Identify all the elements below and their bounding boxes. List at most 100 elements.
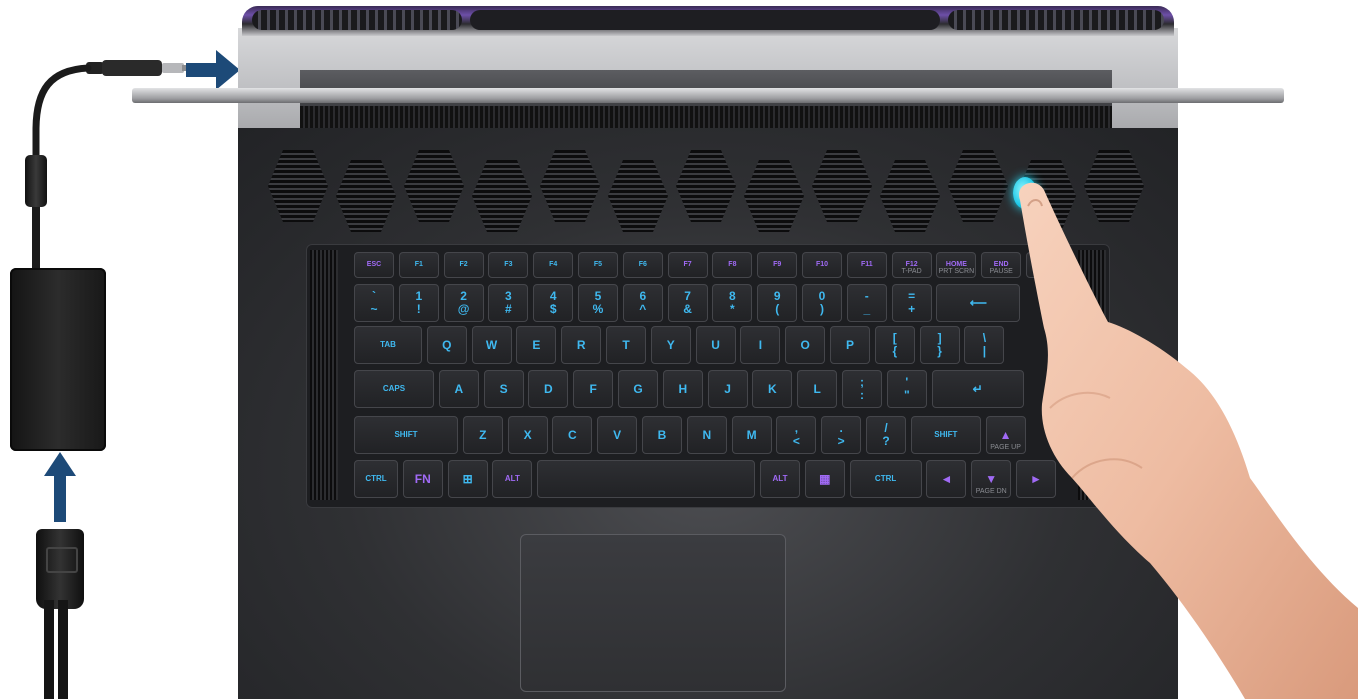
key-w[interactable]: W — [471, 326, 512, 364]
key-y[interactable]: Y — [650, 326, 691, 364]
key-j[interactable]: J — [707, 370, 748, 408]
key-3[interactable]: 3 # — [488, 284, 529, 322]
key-z[interactable]: Z — [462, 416, 503, 454]
key-f7[interactable]: F7 — [667, 252, 708, 278]
key-h[interactable]: H — [662, 370, 703, 408]
key-symbol[interactable]: ' " — [886, 370, 927, 408]
key-symbol[interactable]: - _ — [846, 284, 887, 322]
key-p[interactable]: P — [830, 326, 870, 364]
key-home[interactable]: HOME PRT SCRN — [936, 252, 977, 278]
key-ctrl[interactable]: CTRL — [849, 460, 922, 498]
key-f1[interactable]: F1 — [398, 252, 439, 278]
key-label: L — [813, 381, 821, 396]
key-label: F9 — [773, 261, 782, 269]
key-label: A — [454, 381, 464, 396]
key-d[interactable]: D — [528, 370, 569, 408]
key-s[interactable]: S — [483, 370, 524, 408]
key-m[interactable]: M — [731, 416, 772, 454]
key-f[interactable]: F — [573, 370, 614, 408]
key-caps[interactable]: CAPS — [354, 370, 434, 408]
key-esc[interactable]: ESC — [354, 252, 394, 278]
key-a[interactable]: A — [438, 370, 479, 408]
key-1[interactable]: 1 ! — [398, 284, 439, 322]
key-c[interactable]: C — [552, 416, 593, 454]
key-o[interactable]: O — [785, 326, 826, 364]
key-r[interactable]: R — [561, 326, 602, 364]
key-label: ▼ — [985, 471, 998, 486]
key-shift[interactable]: SHIFT — [354, 416, 458, 454]
key-symbol[interactable]: = + — [891, 284, 932, 322]
vent-hex — [948, 150, 1008, 222]
key-fn[interactable]: FN — [402, 460, 443, 498]
key-q[interactable]: Q — [426, 326, 467, 364]
key-g[interactable]: G — [618, 370, 658, 408]
key-f6[interactable]: F6 — [622, 252, 663, 278]
key-symbol[interactable]: ` ~ — [354, 284, 394, 322]
key-symbol[interactable]: / ? — [866, 416, 906, 454]
key-i[interactable]: I — [740, 326, 781, 364]
key-label: G — [633, 381, 643, 396]
key-f5[interactable]: F5 — [578, 252, 618, 278]
key-t[interactable]: T — [606, 326, 646, 364]
key-symbol[interactable]: ⟵ — [936, 284, 1021, 322]
laptop: ESC F1 F2 F3 F4 F5 F6 F7 F8 F9 F10 F11 F12 T-PAD HOME P… — [0, 0, 1358, 699]
key-symbol[interactable]: ; : — [842, 370, 882, 408]
key-symbol[interactable]: \ | — [964, 326, 1005, 364]
key-f12[interactable]: F12 T-PAD — [891, 252, 932, 278]
key-5[interactable]: 5 % — [578, 284, 618, 322]
key-symbol[interactable]: . > — [821, 416, 862, 454]
key-symbol[interactable]: ◄ — [926, 460, 967, 498]
key-label: O — [800, 337, 810, 352]
key-space[interactable] — [537, 460, 756, 498]
key-alt[interactable]: ALT — [760, 460, 800, 498]
key-f10[interactable]: F10 — [802, 252, 842, 278]
display-edge — [132, 88, 1284, 103]
key-shift[interactable]: SHIFT — [910, 416, 981, 454]
key-b[interactable]: B — [642, 416, 682, 454]
key-f8[interactable]: F8 — [712, 252, 753, 278]
key-label: P — [845, 337, 854, 352]
key-label: F4 — [549, 261, 558, 269]
key-ctrl[interactable]: CTRL — [354, 460, 398, 498]
key-symbol[interactable]: ▼ PAGE DN — [971, 460, 1012, 498]
key-symbol[interactable]: , < — [776, 416, 817, 454]
key-alt[interactable]: ALT — [492, 460, 533, 498]
key-6[interactable]: 6 ^ — [622, 284, 663, 322]
key-label: 4 $ — [549, 289, 557, 316]
key-tab[interactable]: TAB — [354, 326, 422, 364]
key-label: F8 — [728, 261, 737, 269]
key-k[interactable]: K — [752, 370, 793, 408]
key-f11[interactable]: F11 — [846, 252, 887, 278]
keyboard: ESC F1 F2 F3 F4 F5 F6 F7 F8 F9 F10 F11 F12 T-PAD HOME P… — [306, 244, 1110, 508]
key-v[interactable]: V — [597, 416, 638, 454]
key-label: 6 ^ — [639, 289, 647, 316]
key-e[interactable]: E — [516, 326, 557, 364]
key-4[interactable]: 4 $ — [533, 284, 574, 322]
key-label: SHIFT — [934, 429, 958, 439]
key-label: 8 * — [729, 289, 736, 316]
key-label: F11 — [860, 261, 873, 269]
key-label: [ { — [892, 331, 898, 358]
key-u[interactable]: U — [695, 326, 736, 364]
key-l[interactable]: L — [797, 370, 838, 408]
key-f4[interactable]: F4 — [533, 252, 574, 278]
key-0[interactable]: 0 ) — [802, 284, 842, 322]
vent-hex — [880, 160, 940, 232]
key-2[interactable]: 2 @ — [443, 284, 484, 322]
touchpad[interactable] — [520, 534, 786, 692]
key-n[interactable]: N — [686, 416, 727, 454]
key-8[interactable]: 8 * — [712, 284, 753, 322]
key-label: H — [678, 381, 688, 396]
key-symbol[interactable]: ] } — [919, 326, 960, 364]
key-f2[interactable]: F2 — [443, 252, 484, 278]
key-label: F7 — [683, 261, 692, 269]
key-7[interactable]: 7 & — [667, 284, 708, 322]
key-symbol[interactable]: ⊞ — [447, 460, 488, 498]
key-9[interactable]: 9 ( — [757, 284, 798, 322]
key-symbol[interactable]: [ { — [874, 326, 915, 364]
key-f9[interactable]: F9 — [757, 252, 798, 278]
key-x[interactable]: X — [507, 416, 548, 454]
key-symbol[interactable]: ▦ — [804, 460, 845, 498]
key-label: / ? — [882, 421, 890, 448]
key-f3[interactable]: F3 — [488, 252, 529, 278]
